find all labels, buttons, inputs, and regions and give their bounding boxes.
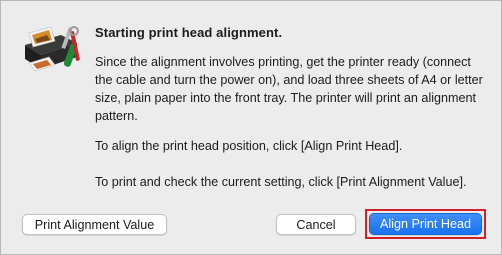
alignment-dialog: Starting print head alignment. Since the… [0,0,502,255]
cancel-button[interactable]: Cancel [276,214,356,235]
align-instruction-paragraph: To align the print head position, click … [95,139,403,153]
instructions-paragraph: Since the alignment involves printing, g… [95,55,483,123]
dialog-title: Starting print head alignment. [95,25,283,40]
printer-icon [25,26,80,72]
align-print-head-button[interactable]: Align Print Head [369,213,482,235]
print-alignment-value-button[interactable]: Print Alignment Value [22,214,167,235]
print-value-instruction-paragraph: To print and check the current setting, … [95,175,467,189]
